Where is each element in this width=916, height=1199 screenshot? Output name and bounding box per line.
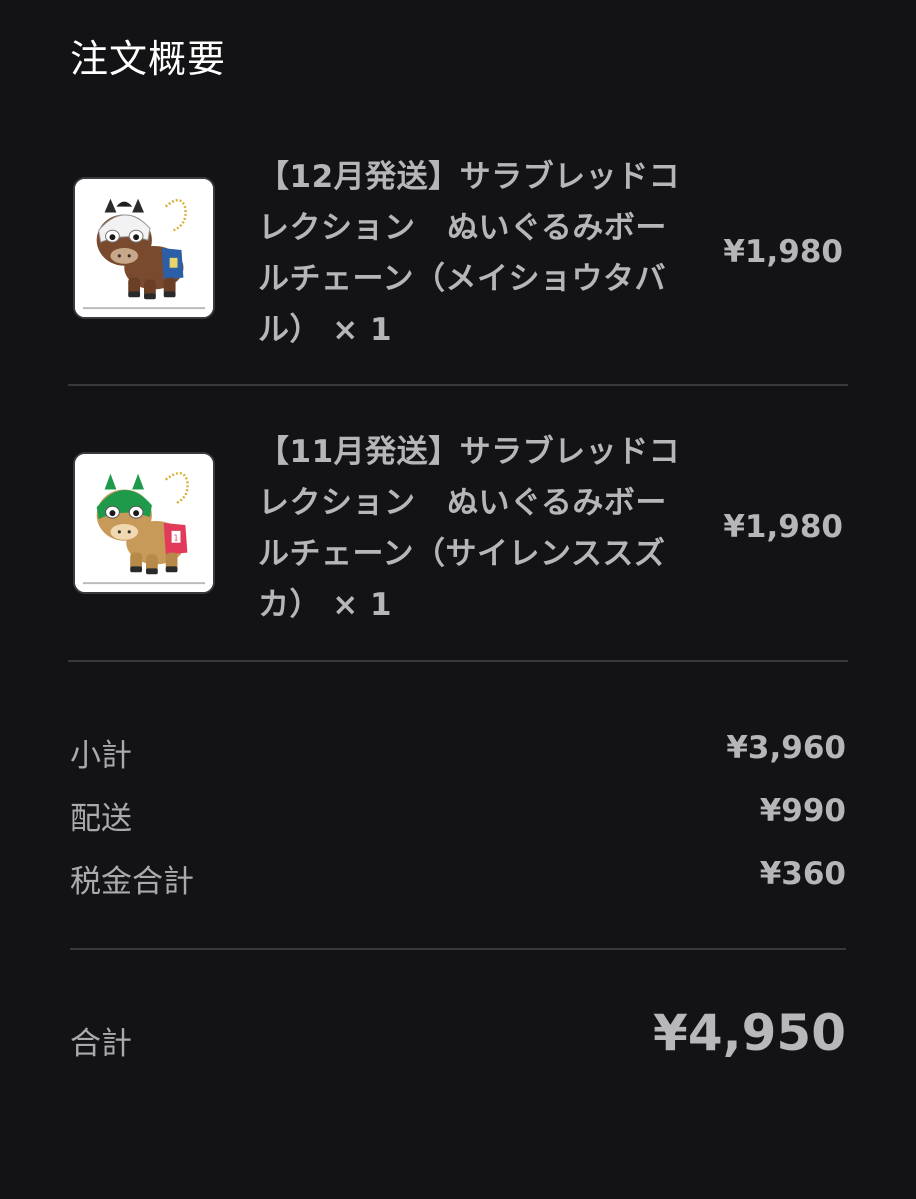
tax-label: 税金合計 [70,864,194,900]
item-divider [68,384,848,386]
item-divider [68,660,848,662]
product-thumbnail[interactable]: 1 [73,452,215,594]
plush-horse-brown-icon [75,179,213,317]
tax-value: ¥360 [759,856,846,892]
shipping-label: 配送 [70,801,132,837]
page-title: 注文概要 [70,37,227,81]
total-value: ¥4,950 [653,1004,846,1062]
product-title[interactable]: 【11月発送】サラブレッドコレクション ぬいぐるみボールチェーン（サイレンススズ… [258,427,698,631]
shipping-row: 配送 ¥990 [70,793,846,837]
product-title[interactable]: 【12月発送】サラブレッドコレクション ぬいぐるみボールチェーン（メイショウタバ… [258,152,698,356]
line-item[interactable]: 1 【11月発送】サラブレッドコレクション ぬいぐるみボールチェーン（サイレンス… [68,425,848,662]
product-thumbnail[interactable] [73,177,215,319]
subtotal-label: 小計 [70,738,132,774]
line-item[interactable]: 【12月発送】サラブレッドコレクション ぬいぐるみボールチェーン（メイショウタバ… [68,150,848,386]
shipping-value: ¥990 [759,793,846,829]
summary-divider [70,948,846,950]
total-label: 合計 [70,1026,132,1062]
product-price: ¥1,980 [723,509,843,545]
subtotal-row: 小計 ¥3,960 [70,730,846,774]
subtotal-value: ¥3,960 [726,730,846,766]
tax-row: 税金合計 ¥360 [70,856,846,900]
plush-horse-tan-icon: 1 [75,454,213,592]
svg-text:1: 1 [174,534,179,543]
product-price: ¥1,980 [723,234,843,270]
total-row: 合計 ¥4,950 [70,1000,846,1070]
